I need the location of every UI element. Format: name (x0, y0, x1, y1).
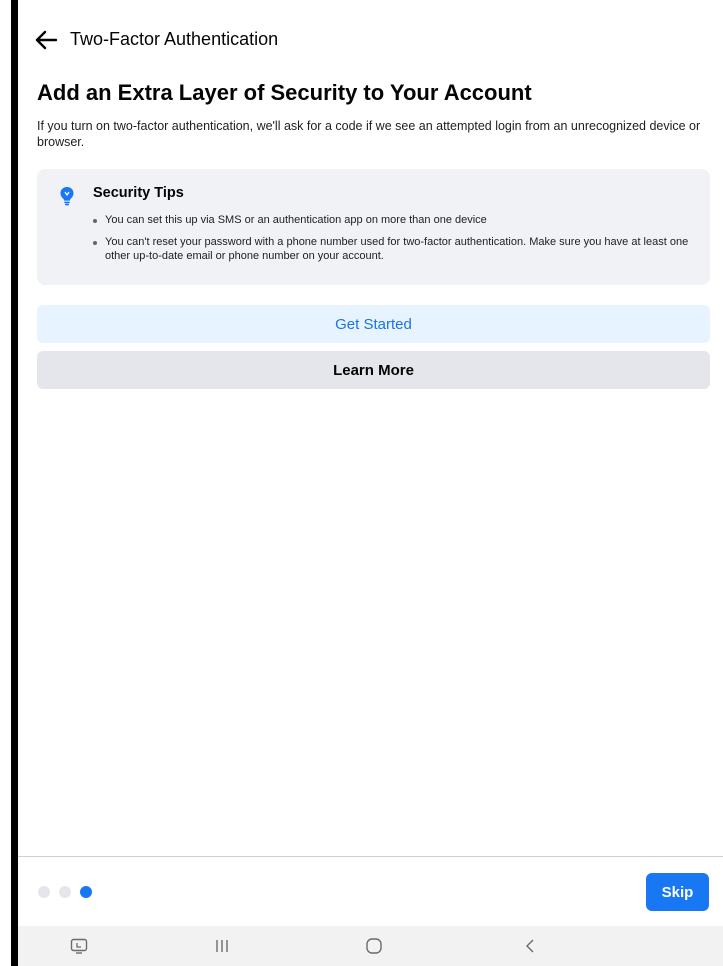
recent-apps-icon (216, 940, 228, 952)
home-button[interactable] (358, 934, 390, 958)
top-bar: Two-Factor Authentication (18, 0, 723, 78)
chevron-left-icon (526, 939, 534, 953)
screen-share-icon (70, 938, 88, 954)
page-title: Add an Extra Layer of Security to Your A… (37, 80, 532, 105)
home-icon (366, 938, 382, 954)
security-tips-title: Security Tips (93, 185, 184, 201)
page-dot (38, 886, 50, 898)
footer-divider (18, 856, 723, 857)
tip-item: You can set this up via SMS or an authen… (93, 214, 693, 228)
tip-text: You can set this up via SMS or an authen… (105, 214, 487, 226)
app-screen: Two-Factor Authentication Add an Extra L… (18, 0, 723, 966)
bullet-icon (93, 219, 97, 223)
page-dot (59, 886, 71, 898)
get-started-button[interactable]: Get Started (37, 305, 710, 343)
recent-apps-button[interactable] (206, 934, 238, 958)
page-description: If you turn on two-factor authentication… (37, 119, 701, 149)
bullet-icon (93, 241, 97, 245)
screen-edge (0, 0, 18, 966)
tip-text: You can't reset your password with a pho… (105, 236, 689, 262)
tip-item: You can't reset your password with a pho… (93, 236, 693, 263)
header-title: Two-Factor Authentication (70, 29, 279, 49)
system-navigation-bar (18, 926, 723, 966)
screen-edge-bar (11, 0, 18, 966)
screen-share-button[interactable] (63, 934, 95, 958)
skip-button[interactable]: Skip (646, 873, 709, 911)
back-button[interactable] (32, 26, 60, 54)
security-tips-card: Security Tips You can set this up via SM… (37, 169, 710, 285)
system-back-button[interactable] (514, 934, 546, 958)
learn-more-button[interactable]: Learn More (37, 351, 710, 389)
lightbulb-icon (60, 187, 74, 206)
page-dot-active (80, 886, 92, 898)
arrow-left-icon (35, 30, 57, 50)
page-indicator (38, 886, 92, 898)
